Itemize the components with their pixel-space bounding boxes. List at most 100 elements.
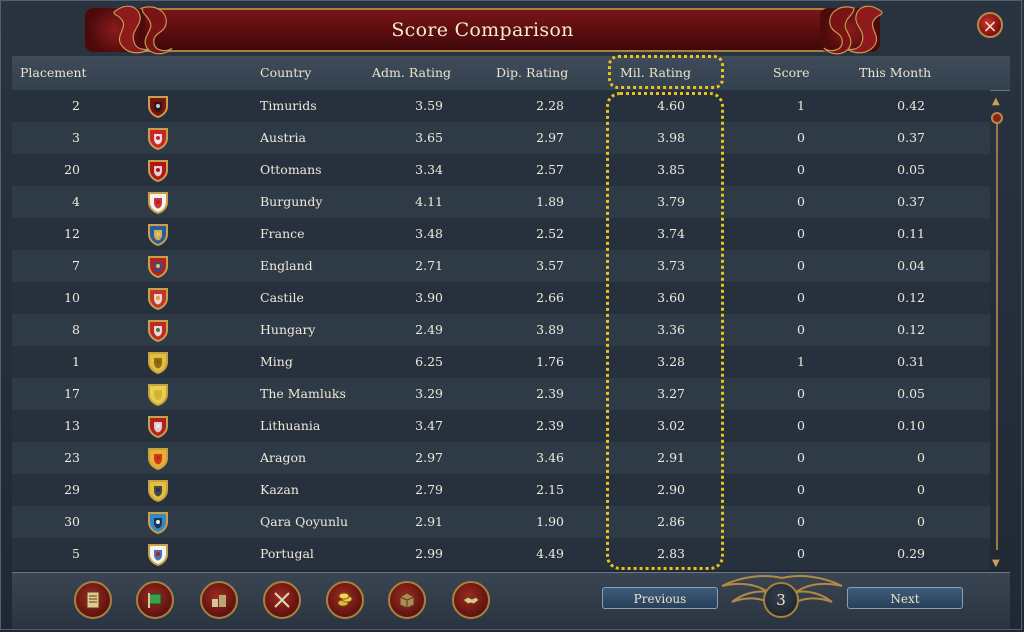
table-row[interactable]: 12 France 3.48 2.52 3.74 0 0.11 bbox=[12, 218, 990, 250]
country-shield-icon[interactable] bbox=[146, 286, 170, 311]
dip-rating-cell: 2.57 bbox=[536, 162, 564, 177]
country-shield-icon[interactable] bbox=[146, 510, 170, 535]
adm-rating-cell: 3.59 bbox=[415, 98, 443, 113]
scroll-down-arrow-icon[interactable]: ▼ bbox=[992, 558, 1000, 569]
country-name-cell[interactable]: Burgundy bbox=[260, 194, 322, 209]
score-cell: 0 bbox=[797, 226, 805, 241]
country-name-cell[interactable]: Kazan bbox=[260, 482, 299, 497]
dip-rating-cell: 2.66 bbox=[536, 290, 564, 305]
table-row[interactable]: 5 Portugal 2.99 4.49 2.83 0 0.29 bbox=[12, 538, 990, 570]
table-row[interactable]: 2 Timurids 3.59 2.28 4.60 1 0.42 bbox=[12, 90, 990, 122]
country-shield-icon[interactable] bbox=[146, 478, 170, 503]
table-row[interactable]: 4 Burgundy 4.11 1.89 3.79 0 0.37 bbox=[12, 186, 990, 218]
score-cell: 0 bbox=[797, 546, 805, 561]
country-shield-icon[interactable] bbox=[146, 542, 170, 567]
adm-rating-cell: 3.65 bbox=[415, 130, 443, 145]
country-name-cell[interactable]: Aragon bbox=[260, 450, 306, 465]
column-header-placement[interactable]: Placement bbox=[20, 65, 87, 80]
country-name-cell[interactable]: Qara Qoyunlu bbox=[260, 514, 348, 529]
this-month-cell: 0 bbox=[917, 514, 925, 529]
close-button[interactable]: × bbox=[977, 12, 1003, 38]
table-row[interactable]: 10 Castile 3.90 2.66 3.60 0 0.12 bbox=[12, 282, 990, 314]
this-month-cell: 0.11 bbox=[897, 226, 925, 241]
table-row[interactable]: 1 Ming 6.25 1.76 3.28 1 0.31 bbox=[12, 346, 990, 378]
country-name-cell[interactable]: Castile bbox=[260, 290, 304, 305]
country-name-cell[interactable]: The Mamluks bbox=[260, 386, 346, 401]
country-shield-icon[interactable] bbox=[146, 158, 170, 183]
dip-rating-cell: 3.46 bbox=[536, 450, 564, 465]
column-header-adm-rating[interactable]: Adm. Rating bbox=[372, 65, 451, 80]
country-name-cell[interactable]: Portugal bbox=[260, 546, 314, 561]
adm-rating-cell: 2.91 bbox=[415, 514, 443, 529]
country-name-cell[interactable]: Austria bbox=[260, 130, 306, 145]
adm-rating-cell: 3.34 bbox=[415, 162, 443, 177]
adm-rating-cell: 2.79 bbox=[415, 482, 443, 497]
table-row[interactable]: 29 Kazan 2.79 2.15 2.90 0 0 bbox=[12, 474, 990, 506]
ribbon-ornament-right-icon bbox=[823, 5, 883, 55]
placement-cell: 5 bbox=[72, 546, 80, 561]
placement-cell: 13 bbox=[64, 418, 80, 433]
column-header-score[interactable]: Score bbox=[773, 65, 809, 80]
adm-rating-cell: 2.71 bbox=[415, 258, 443, 273]
economy-button[interactable] bbox=[326, 581, 364, 619]
country-shield-icon[interactable] bbox=[146, 94, 170, 119]
this-month-cell: 0 bbox=[917, 450, 925, 465]
military-button[interactable] bbox=[263, 581, 301, 619]
trade-button[interactable] bbox=[388, 581, 426, 619]
table-row[interactable]: 20 Ottomans 3.34 2.57 3.85 0 0.05 bbox=[12, 154, 990, 186]
title-bar: Score Comparison bbox=[85, 8, 880, 52]
country-name-cell[interactable]: Ottomans bbox=[260, 162, 322, 177]
table-row[interactable]: 17 The Mamluks 3.29 2.39 3.27 0 0.05 bbox=[12, 378, 990, 410]
column-header-country[interactable]: Country bbox=[260, 65, 311, 80]
country-name-cell[interactable]: England bbox=[260, 258, 313, 273]
country-shield-icon[interactable] bbox=[146, 414, 170, 439]
country-shield-icon[interactable] bbox=[146, 350, 170, 375]
next-page-button[interactable]: Next bbox=[847, 587, 963, 609]
column-header-dip-rating[interactable]: Dip. Rating bbox=[496, 65, 568, 80]
table-row[interactable]: 23 Aragon 2.97 3.46 2.91 0 0 bbox=[12, 442, 990, 474]
handshake-icon bbox=[462, 596, 480, 605]
country-name-cell[interactable]: Timurids bbox=[260, 98, 317, 113]
country-name-cell[interactable]: Ming bbox=[260, 354, 293, 369]
mil-rating-column-highlight bbox=[606, 92, 724, 570]
buildings-icon bbox=[212, 592, 226, 607]
table-row[interactable]: 7 England 2.71 3.57 3.73 0 0.04 bbox=[12, 250, 990, 282]
dip-rating-cell: 3.57 bbox=[536, 258, 564, 273]
scroll-up-arrow-icon[interactable]: ▲ bbox=[992, 96, 1000, 107]
country-name-cell[interactable]: Lithuania bbox=[260, 418, 320, 433]
country-shield-icon[interactable] bbox=[146, 446, 170, 471]
buildings-button[interactable] bbox=[200, 581, 238, 619]
table-row[interactable]: 3 Austria 3.65 2.97 3.98 0 0.37 bbox=[12, 122, 990, 154]
trade-goods-icon bbox=[399, 592, 415, 609]
score-cell: 0 bbox=[797, 322, 805, 337]
country-shield-icon[interactable] bbox=[146, 222, 170, 247]
scroll-track[interactable] bbox=[996, 114, 998, 550]
country-name-cell[interactable]: Hungary bbox=[260, 322, 316, 337]
placement-cell: 10 bbox=[64, 290, 80, 305]
table-row[interactable]: 8 Hungary 2.49 3.89 3.36 0 0.12 bbox=[12, 314, 990, 346]
country-shield-icon[interactable] bbox=[146, 318, 170, 343]
country-name-cell[interactable]: France bbox=[260, 226, 305, 241]
column-header-this-month[interactable]: This Month bbox=[859, 65, 931, 80]
score-cell: 0 bbox=[797, 130, 805, 145]
scrollbar[interactable]: ▲ ▼ bbox=[990, 96, 1004, 570]
ledger-button[interactable] bbox=[74, 581, 112, 619]
previous-page-button[interactable]: Previous bbox=[602, 587, 718, 609]
flag-button[interactable] bbox=[136, 581, 174, 619]
adm-rating-cell: 2.99 bbox=[415, 546, 443, 561]
diplomacy-button[interactable] bbox=[452, 581, 490, 619]
coins-icon bbox=[337, 592, 353, 607]
table-row[interactable]: 13 Lithuania 3.47 2.39 3.02 0 0.10 bbox=[12, 410, 990, 442]
scroll-thumb[interactable] bbox=[991, 112, 1003, 124]
dip-rating-cell: 4.49 bbox=[536, 546, 564, 561]
country-shield-icon[interactable] bbox=[146, 126, 170, 151]
country-shield-icon[interactable] bbox=[146, 382, 170, 407]
this-month-cell: 0.04 bbox=[897, 258, 925, 273]
this-month-cell: 0.31 bbox=[897, 354, 925, 369]
country-shield-icon[interactable] bbox=[146, 190, 170, 215]
placement-cell: 23 bbox=[64, 450, 80, 465]
country-shield-icon[interactable] bbox=[146, 254, 170, 279]
adm-rating-cell: 3.90 bbox=[415, 290, 443, 305]
table-row[interactable]: 30 Qara Qoyunlu 2.91 1.90 2.86 0 0 bbox=[12, 506, 990, 538]
table-header: Placement Country Adm. Rating Dip. Ratin… bbox=[12, 56, 1010, 91]
